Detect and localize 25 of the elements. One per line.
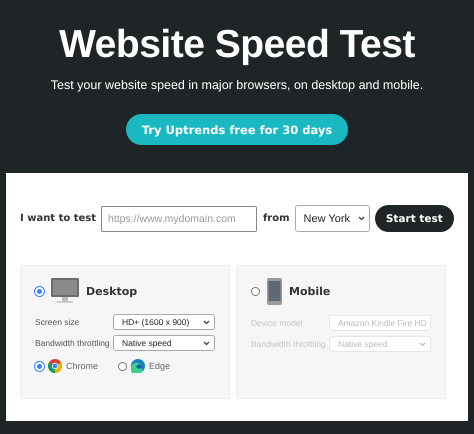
chevron-down-icon xyxy=(203,320,210,324)
from-label: from xyxy=(262,213,290,224)
chevron-down-icon xyxy=(203,340,210,346)
chrome-icon xyxy=(48,359,62,373)
page-title: Website Speed Test xyxy=(59,22,415,68)
monitor-icon xyxy=(51,278,79,304)
setting-label: Screen size xyxy=(35,317,80,327)
phone-icon xyxy=(267,278,282,305)
url-field[interactable]: https://www.mydomain.com xyxy=(101,206,257,232)
test-label: I want to test xyxy=(20,213,96,224)
chevron-down-icon xyxy=(419,342,426,346)
page-subtitle: Test your website speed in major browsers, on desktop and mobile. xyxy=(50,78,424,92)
browser-label: Edge xyxy=(149,361,170,371)
edge-icon xyxy=(131,359,146,373)
setting-select[interactable]: HD+ (1600 x 900) xyxy=(113,314,215,330)
setting-label: Bandwidth throttling xyxy=(35,338,110,348)
device-radio[interactable] xyxy=(251,287,260,296)
device-label: Mobile xyxy=(289,285,330,298)
chevron-down-icon xyxy=(358,216,365,221)
device-label: Desktop xyxy=(86,284,138,298)
browser-label: Chrome xyxy=(66,361,98,371)
start-test-button[interactable]: Start test xyxy=(374,205,454,232)
browser-radio[interactable] xyxy=(118,362,128,370)
setting-select[interactable]: Native speed xyxy=(113,335,215,351)
location-select[interactable]: New York xyxy=(294,205,370,232)
